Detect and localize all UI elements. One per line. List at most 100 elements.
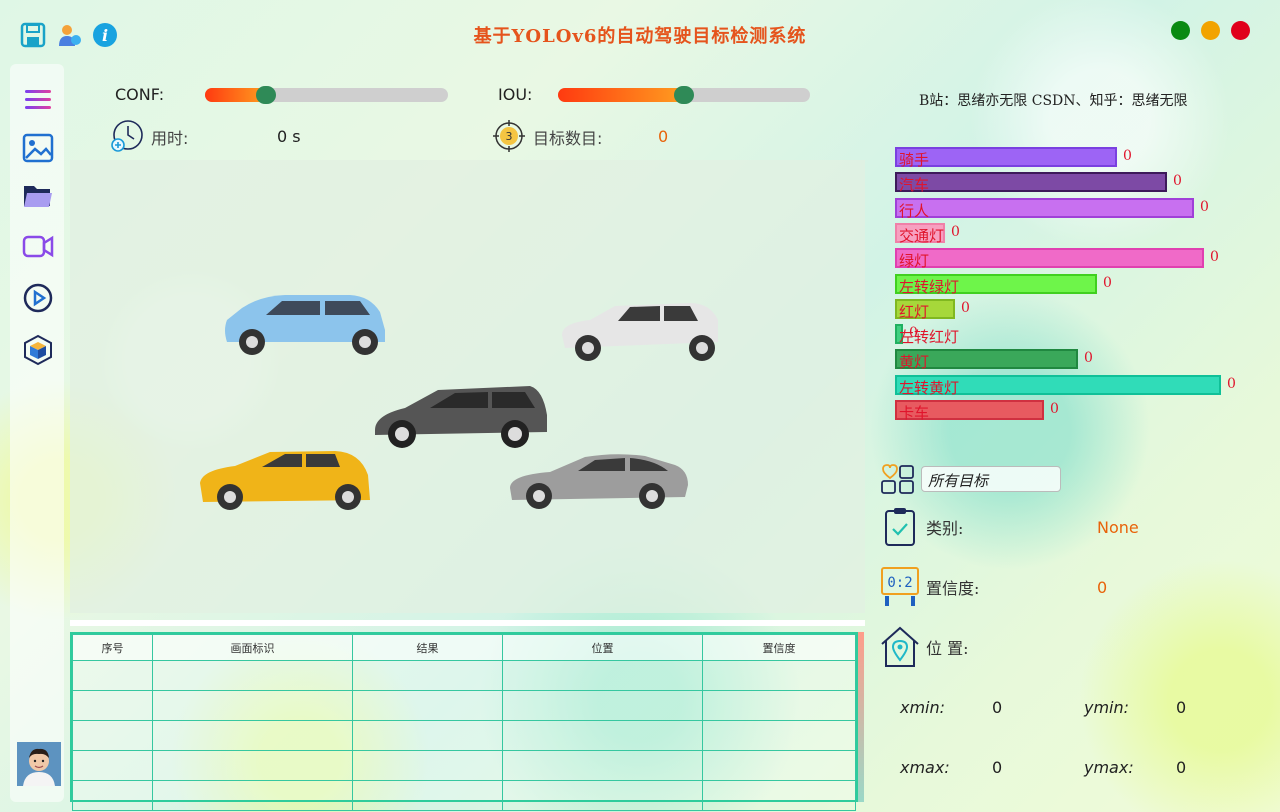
car-illustration-silver	[510, 454, 688, 509]
xmin-value: 0	[992, 698, 1003, 717]
table-cell[interactable]	[702, 660, 856, 691]
table-cell[interactable]	[152, 780, 353, 811]
class-bar: 左转黄灯	[895, 374, 1221, 397]
iou-slider-handle[interactable]	[674, 86, 694, 104]
column-header-frame[interactable]: 画面标识	[152, 634, 353, 661]
conf-slider[interactable]	[205, 88, 448, 102]
maximize-button[interactable]	[1171, 21, 1190, 40]
class-bar: 黄灯	[895, 349, 1078, 372]
class-bar-label: 汽车	[899, 176, 930, 195]
target-filter-select[interactable]: 所有目标	[921, 466, 1061, 492]
table-cell[interactable]	[72, 750, 153, 781]
table-cell[interactable]	[702, 720, 856, 751]
table-cell[interactable]	[72, 780, 153, 811]
ymax-value: 0	[1176, 758, 1187, 777]
conf-slider-handle[interactable]	[255, 86, 276, 104]
table-row[interactable]	[72, 720, 856, 751]
results-table[interactable]: 序号 画面标识 结果 位置 置信度	[70, 632, 858, 811]
sidebar	[10, 64, 64, 802]
count-label: 目标数目:	[533, 129, 603, 148]
play-icon[interactable]	[22, 282, 54, 314]
ymin-value: 0	[1176, 698, 1187, 717]
table-cell[interactable]	[502, 750, 703, 781]
time-label: 用时:	[151, 129, 189, 148]
class-bar: 行人	[895, 197, 1194, 220]
detection-display[interactable]	[70, 160, 865, 613]
table-cell[interactable]	[152, 690, 353, 721]
count-value: 0	[658, 127, 669, 146]
table-row[interactable]	[72, 780, 856, 811]
class-bar-count: 0	[909, 325, 918, 342]
class-bar: 骑手	[895, 147, 1117, 169]
conf-label: CONF:	[115, 85, 165, 104]
class-bar-label: 交通灯	[899, 226, 945, 245]
table-row[interactable]	[72, 690, 856, 721]
table-cell[interactable]	[502, 780, 703, 811]
table-cell[interactable]	[702, 690, 856, 721]
table-cell[interactable]	[502, 690, 703, 721]
folder-icon[interactable]	[22, 180, 54, 212]
minimize-button[interactable]	[1201, 21, 1220, 40]
class-bar-label: 红灯	[899, 302, 930, 321]
confidence-icon: 0:2	[880, 566, 920, 608]
svg-text:0:2: 0:2	[887, 575, 912, 591]
class-bar-count: 0	[1084, 350, 1093, 367]
xmax-value: 0	[992, 758, 1003, 777]
confidence-value: 0	[1097, 578, 1108, 597]
class-bar-count: 0	[1173, 173, 1182, 190]
column-header-confidence[interactable]: 置信度	[702, 634, 856, 661]
column-header-result[interactable]: 结果	[352, 634, 503, 661]
table-cell[interactable]	[352, 780, 503, 811]
video-camera-icon[interactable]	[22, 230, 54, 262]
position-label: 位 置:	[926, 639, 969, 658]
image-icon[interactable]	[22, 132, 54, 164]
table-cell[interactable]	[702, 780, 856, 811]
app-title: 基于YOLOv6的自动驾驶目标检测系统	[473, 26, 807, 47]
table-cell[interactable]	[152, 720, 353, 751]
ymin-label: ymin:	[1084, 698, 1130, 717]
timer-icon	[110, 119, 144, 153]
panel-divider	[70, 620, 865, 626]
table-cell[interactable]	[702, 750, 856, 781]
location-house-icon	[880, 626, 920, 668]
class-bar-label: 黄灯	[899, 353, 930, 372]
table-cell[interactable]	[72, 690, 153, 721]
class-bar-label: 卡车	[899, 404, 930, 422]
table-cell[interactable]	[72, 720, 153, 751]
class-label: 类别:	[926, 519, 964, 538]
table-cell[interactable]	[152, 750, 353, 781]
filter-icon	[880, 464, 916, 494]
table-cell[interactable]	[352, 690, 503, 721]
class-bar-count: 0	[1210, 249, 1219, 266]
model-cube-icon[interactable]	[22, 334, 54, 366]
close-button[interactable]	[1231, 21, 1250, 40]
author-credit: B站：思绪亦无限 CSDN、知乎：思绪无限	[919, 93, 1188, 109]
class-bar-count: 0	[1123, 148, 1132, 164]
class-bar-count: 0	[1200, 198, 1209, 215]
xmax-label: xmax:	[900, 758, 950, 777]
menu-icon[interactable]	[22, 84, 54, 116]
table-cell[interactable]	[352, 660, 503, 691]
table-row[interactable]	[72, 750, 856, 781]
table-cell[interactable]	[352, 750, 503, 781]
column-header-index[interactable]: 序号	[72, 634, 153, 661]
table-cell[interactable]	[152, 660, 353, 691]
class-bar: 卡车	[895, 400, 1044, 422]
table-cell[interactable]	[502, 660, 703, 691]
class-bar-count: 0	[1227, 375, 1236, 392]
class-bar-label: 左转绿灯	[899, 277, 960, 296]
class-bar-label: 骑手	[899, 151, 930, 169]
avatar[interactable]	[17, 742, 61, 786]
class-bar: 交通灯	[895, 222, 945, 245]
table-cell[interactable]	[352, 720, 503, 751]
table-scrollbar[interactable]	[858, 632, 864, 802]
column-header-position[interactable]: 位置	[502, 634, 703, 661]
table-cell[interactable]	[72, 660, 153, 691]
class-bar-count: 0	[961, 299, 970, 316]
class-bar-count: 0	[1103, 274, 1112, 291]
table-row[interactable]	[72, 660, 856, 691]
iou-slider-fill	[558, 88, 684, 102]
ymax-label: ymax:	[1084, 758, 1134, 777]
table-cell[interactable]	[502, 720, 703, 751]
car-illustration-blue	[225, 295, 385, 355]
